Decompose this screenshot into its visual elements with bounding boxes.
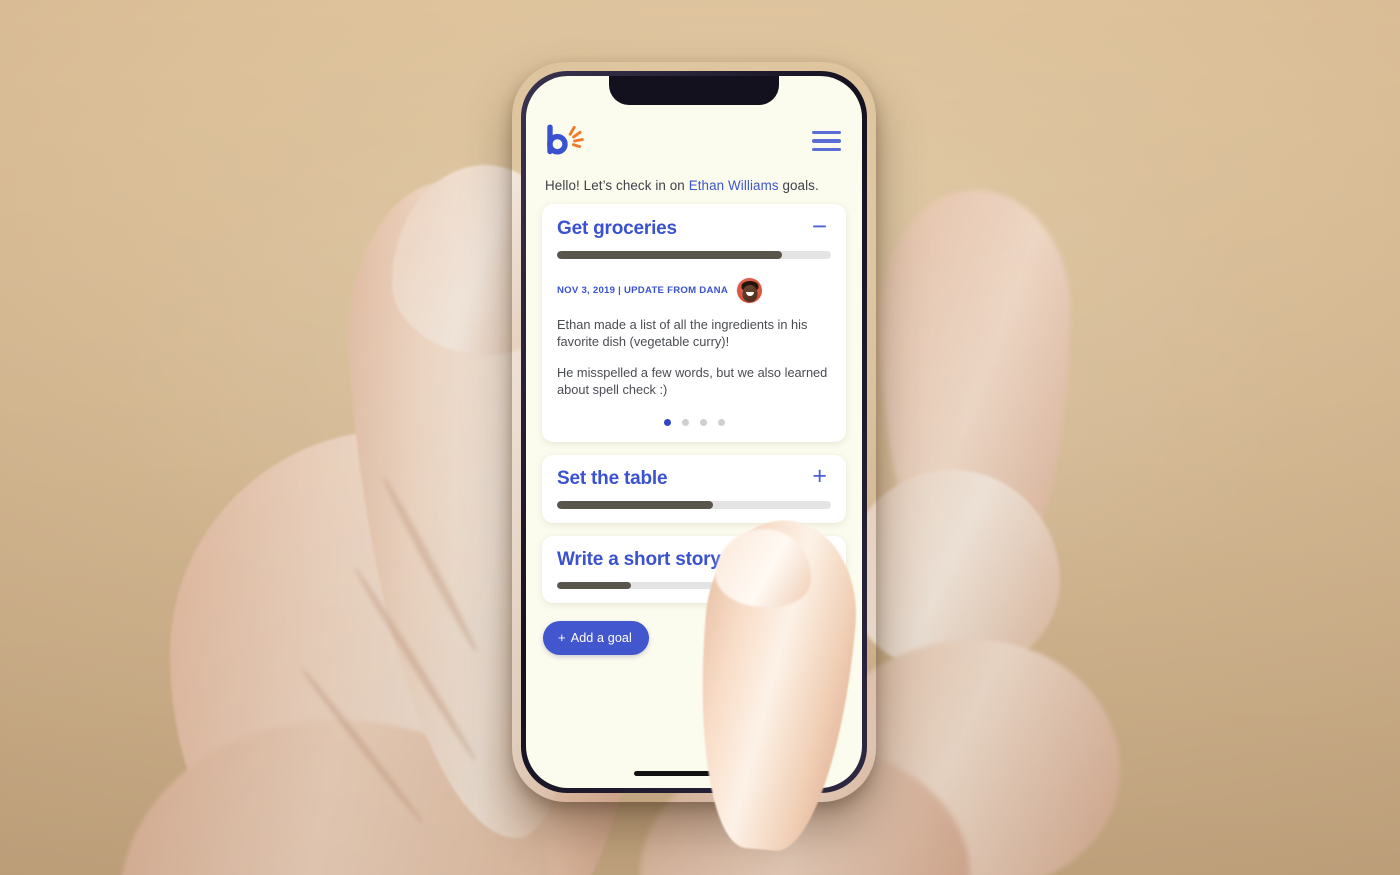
student-name-link[interactable]: Ethan Williams	[689, 178, 779, 193]
wrist	[120, 720, 550, 875]
minus-icon[interactable]: −	[802, 213, 831, 239]
goal-title: Write a short story	[557, 548, 721, 570]
carousel-pagination-dots	[557, 419, 831, 429]
plus-icon: +	[558, 630, 566, 646]
palm-crease	[379, 474, 481, 655]
add-goal-button[interactable]: + Add a goal	[543, 621, 649, 656]
add-goal-label: Add a goal	[570, 631, 632, 646]
screen-notch	[609, 76, 779, 105]
app-header	[542, 110, 846, 164]
goal-card-header: Get groceries −	[557, 213, 831, 240]
menu-line	[812, 131, 841, 135]
menu-line	[812, 139, 841, 143]
palm-crease	[350, 564, 480, 764]
palm-crease	[297, 664, 427, 827]
finger-knuckle	[845, 470, 1060, 675]
goal-progress-fill	[557, 251, 782, 259]
carousel-dot[interactable]	[663, 419, 671, 427]
carousel-dot[interactable]	[699, 419, 707, 427]
carousel-dot[interactable]	[717, 419, 725, 427]
update-paragraph: He misspelled a few words, but we also l…	[557, 364, 828, 397]
back-fingers	[880, 190, 1070, 610]
greeting-text: Hello! Let’s check in on Ethan Williams …	[542, 164, 846, 204]
update-body: Ethan made a list of all the ingredients…	[557, 316, 831, 399]
goal-progress-fill	[557, 581, 631, 590]
hamburger-menu-icon[interactable]	[810, 127, 843, 155]
greeting-prefix: Hello! Let’s check in on	[545, 178, 689, 193]
goal-progress-fill	[557, 501, 714, 509]
photo-scene: Hello! Let’s check in on Ethan Williams …	[0, 0, 1400, 875]
update-meta: NOV 3, 2019 | UPDATE FROM DANA	[557, 277, 831, 303]
goal-title: Get groceries	[557, 218, 677, 239]
menu-line	[812, 147, 841, 151]
goal-card-set-the-table[interactable]: Set the table +	[542, 455, 846, 523]
brandfolder-b-logo-icon[interactable]	[545, 124, 587, 158]
update-meta-label: NOV 3, 2019 | UPDATE FROM DANA	[557, 284, 728, 296]
avatar-dana[interactable]	[737, 277, 762, 303]
goal-title: Set the table	[557, 468, 668, 490]
update-paragraph: Ethan made a list of all the ingredients…	[557, 316, 808, 349]
goal-progress-bar	[557, 501, 831, 509]
greeting-suffix: goals.	[778, 178, 819, 193]
carousel-dot[interactable]	[681, 419, 689, 427]
goal-card-get-groceries[interactable]: Get groceries − NOV 3, 2019 | UPDATE FRO…	[542, 204, 846, 443]
goal-card-header: Set the table +	[557, 464, 831, 490]
goal-progress-bar	[557, 251, 831, 259]
plus-icon[interactable]: +	[802, 464, 831, 489]
